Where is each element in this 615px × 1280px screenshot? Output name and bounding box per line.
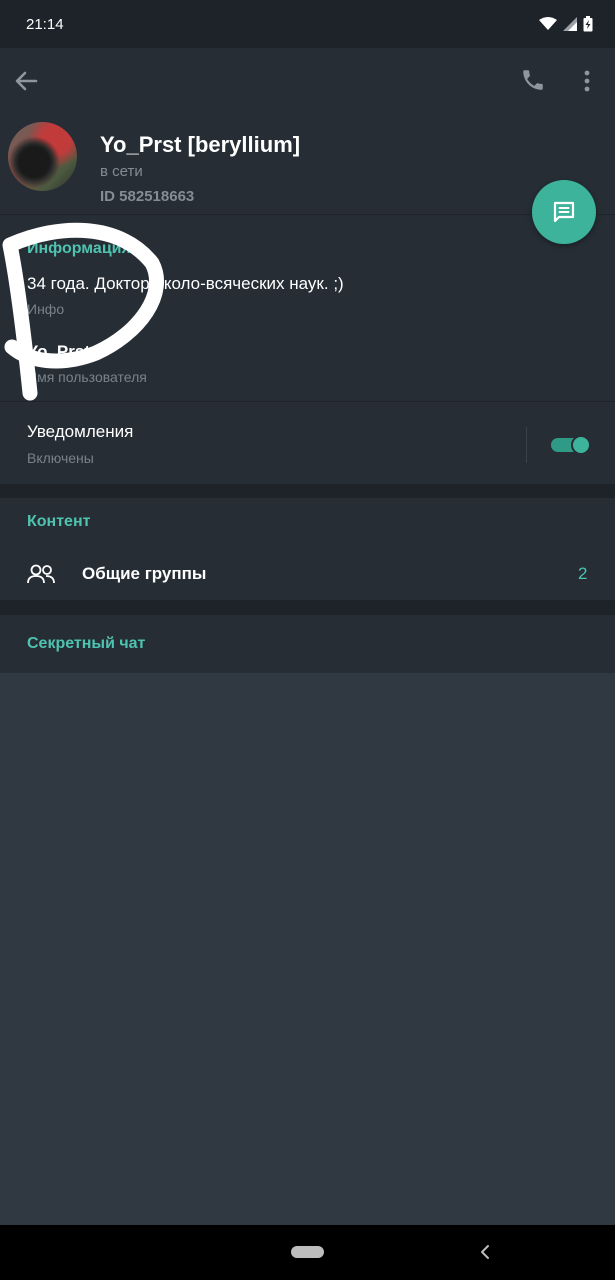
common-groups-count: 2: [578, 564, 588, 583]
phone-icon[interactable]: [520, 67, 546, 93]
content-section: Контент Общие группы 2: [0, 498, 615, 600]
notifications-status: Включены: [27, 450, 94, 466]
profile-name: Yo_Prst [beryllium]: [100, 132, 301, 157]
username-text[interactable]: Yo_Prst: [27, 342, 90, 362]
user-id: ID 582518663: [100, 188, 195, 205]
online-status: в сети: [100, 163, 143, 180]
back-arrow-icon[interactable]: [12, 67, 40, 95]
info-section-title: Информация: [27, 240, 131, 257]
cell-signal-icon: [563, 17, 577, 31]
content-section-title: Контент: [27, 513, 91, 530]
common-groups-label[interactable]: Общие группы: [82, 564, 206, 584]
section-gap: [0, 484, 615, 498]
battery-charging-icon: [583, 16, 593, 32]
notifications-toggle[interactable]: [551, 435, 591, 455]
info-section: Информация 34 года. Доктор около-всяческ…: [0, 214, 615, 484]
groups-icon: [27, 564, 55, 584]
more-vert-icon[interactable]: [576, 67, 598, 95]
section-gap: [0, 600, 615, 615]
bio-label: Инфо: [27, 301, 65, 317]
secret-chat-label[interactable]: Секретный чат: [27, 635, 145, 653]
message-icon: [553, 201, 575, 223]
divider: [526, 427, 527, 463]
navigation-bar: [0, 1225, 615, 1280]
wifi-icon: [539, 17, 557, 30]
send-message-button[interactable]: [532, 180, 596, 244]
bio-text[interactable]: 34 года. Доктор около-всяческих наук. ;): [27, 274, 344, 294]
divider: [0, 401, 615, 402]
home-pill-button[interactable]: [291, 1246, 324, 1258]
status-icons: [539, 16, 593, 32]
avatar[interactable]: [8, 122, 77, 191]
nav-back-icon[interactable]: [478, 1243, 492, 1261]
username-label: Имя пользователя: [27, 369, 147, 385]
notifications-label[interactable]: Уведомления: [27, 422, 133, 442]
status-time: 21:14: [26, 15, 64, 33]
profile-header: Yo_Prst [beryllium] в сети ID 582518663: [0, 114, 615, 214]
secret-chat-row[interactable]: Секретный чат: [0, 615, 615, 673]
toggle-knob: [571, 435, 591, 455]
app-bar: [0, 48, 615, 114]
status-bar: 21:14: [0, 0, 615, 48]
